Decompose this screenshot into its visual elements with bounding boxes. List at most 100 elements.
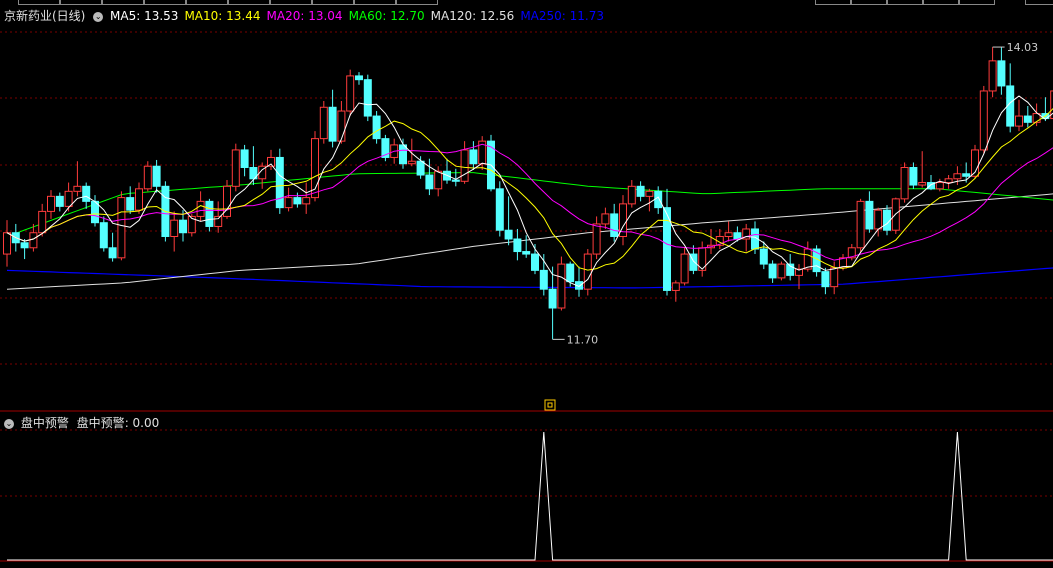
toolbar-tab[interactable] bbox=[815, 0, 851, 5]
candle[interactable] bbox=[487, 134, 495, 192]
candle[interactable] bbox=[821, 267, 830, 295]
toolbar-tab[interactable] bbox=[959, 0, 995, 5]
toolbar-tab[interactable] bbox=[354, 0, 396, 5]
toolbar-tab[interactable] bbox=[60, 0, 102, 5]
candle[interactable] bbox=[619, 195, 627, 246]
candle[interactable] bbox=[548, 266, 557, 340]
candle[interactable] bbox=[231, 143, 240, 192]
candle[interactable] bbox=[258, 162, 267, 189]
candle[interactable] bbox=[627, 180, 636, 208]
candle[interactable] bbox=[636, 181, 645, 202]
candle[interactable] bbox=[293, 192, 302, 208]
candle[interactable] bbox=[425, 158, 434, 196]
candle[interactable] bbox=[856, 198, 865, 252]
chevron-down-icon[interactable]: ⌄ bbox=[4, 418, 14, 429]
candle[interactable] bbox=[513, 228, 522, 261]
toolbar-tab[interactable] bbox=[228, 0, 270, 5]
panel-toggle-icon[interactable] bbox=[544, 399, 556, 411]
candle[interactable] bbox=[460, 141, 469, 184]
toolbar-tab[interactable] bbox=[923, 0, 959, 5]
candle[interactable] bbox=[1023, 106, 1032, 128]
candle[interactable] bbox=[108, 232, 117, 262]
candle[interactable] bbox=[522, 235, 531, 258]
candle[interactable] bbox=[381, 134, 390, 162]
candle[interactable] bbox=[99, 216, 108, 252]
toolbar-tab[interactable] bbox=[312, 0, 354, 5]
candle[interactable] bbox=[777, 261, 786, 281]
candle[interactable] bbox=[73, 161, 82, 197]
candle[interactable] bbox=[592, 216, 601, 260]
candle[interactable] bbox=[927, 175, 935, 191]
indicator-panel[interactable] bbox=[0, 412, 1053, 562]
toolbar-tab[interactable] bbox=[18, 0, 60, 5]
toolbar-tab[interactable] bbox=[887, 0, 923, 5]
candle[interactable] bbox=[988, 47, 997, 98]
candle[interactable] bbox=[944, 175, 953, 189]
candle[interactable] bbox=[355, 72, 363, 85]
candle[interactable] bbox=[443, 158, 451, 184]
candle[interactable] bbox=[284, 187, 293, 212]
candle[interactable] bbox=[575, 266, 583, 297]
candle[interactable] bbox=[275, 148, 284, 214]
candle[interactable] bbox=[698, 241, 707, 277]
candle[interactable] bbox=[645, 188, 654, 212]
candle[interactable] bbox=[416, 156, 425, 179]
candle[interactable] bbox=[407, 138, 416, 167]
candle[interactable] bbox=[372, 111, 381, 144]
candle[interactable] bbox=[126, 186, 135, 214]
candle[interactable] bbox=[82, 182, 91, 209]
candle[interactable] bbox=[3, 220, 11, 267]
toolbar-tab[interactable] bbox=[270, 0, 312, 5]
candle[interactable] bbox=[311, 131, 319, 202]
candle[interactable] bbox=[302, 182, 311, 214]
candle[interactable] bbox=[495, 181, 504, 237]
candle[interactable] bbox=[812, 245, 821, 277]
candle[interactable] bbox=[363, 74, 372, 122]
toolbar-tab[interactable] bbox=[851, 0, 887, 5]
toolbar-tab[interactable] bbox=[102, 0, 144, 5]
candle[interactable] bbox=[900, 162, 909, 203]
candle[interactable] bbox=[1006, 63, 1015, 133]
candle[interactable] bbox=[319, 101, 328, 144]
candle[interactable] bbox=[689, 245, 698, 275]
candle[interactable] bbox=[909, 162, 918, 189]
candle[interactable] bbox=[707, 228, 715, 255]
candle[interactable] bbox=[1015, 99, 1023, 132]
candle[interactable] bbox=[680, 247, 689, 286]
candle[interactable] bbox=[504, 196, 513, 246]
candle[interactable] bbox=[865, 191, 874, 233]
candle[interactable] bbox=[601, 207, 610, 229]
toolbar-tab[interactable] bbox=[1025, 0, 1053, 5]
candle[interactable] bbox=[152, 159, 161, 193]
candle[interactable] bbox=[891, 197, 900, 234]
candle[interactable] bbox=[847, 244, 856, 261]
candle[interactable] bbox=[768, 260, 777, 283]
candle[interactable] bbox=[214, 201, 223, 233]
candle[interactable] bbox=[997, 47, 1006, 95]
candle[interactable] bbox=[557, 256, 566, 311]
candle[interactable] bbox=[47, 190, 55, 219]
candle[interactable] bbox=[583, 249, 592, 296]
candle[interactable] bbox=[20, 239, 29, 260]
candle[interactable] bbox=[55, 192, 64, 212]
candle[interactable] bbox=[346, 69, 355, 117]
kline-chart[interactable]: 14.03 11.70 bbox=[0, 7, 1053, 412]
candle[interactable] bbox=[240, 144, 249, 177]
candle[interactable] bbox=[469, 141, 478, 170]
candle[interactable] bbox=[187, 213, 196, 237]
candle[interactable] bbox=[135, 182, 143, 214]
candle[interactable] bbox=[610, 203, 619, 242]
candle[interactable] bbox=[971, 144, 979, 179]
candle[interactable] bbox=[223, 180, 231, 219]
candle[interactable] bbox=[337, 101, 346, 144]
toolbar-tab[interactable] bbox=[396, 0, 438, 5]
candle[interactable] bbox=[170, 211, 179, 252]
candle[interactable] bbox=[715, 228, 724, 250]
candle[interactable] bbox=[671, 280, 680, 302]
candle[interactable] bbox=[883, 205, 891, 236]
candle[interactable] bbox=[918, 151, 927, 188]
chevron-down-icon[interactable]: ⌄ bbox=[93, 11, 104, 22]
toolbar-tab[interactable] bbox=[144, 0, 186, 5]
candle[interactable] bbox=[143, 161, 152, 192]
candle[interactable] bbox=[979, 85, 988, 154]
